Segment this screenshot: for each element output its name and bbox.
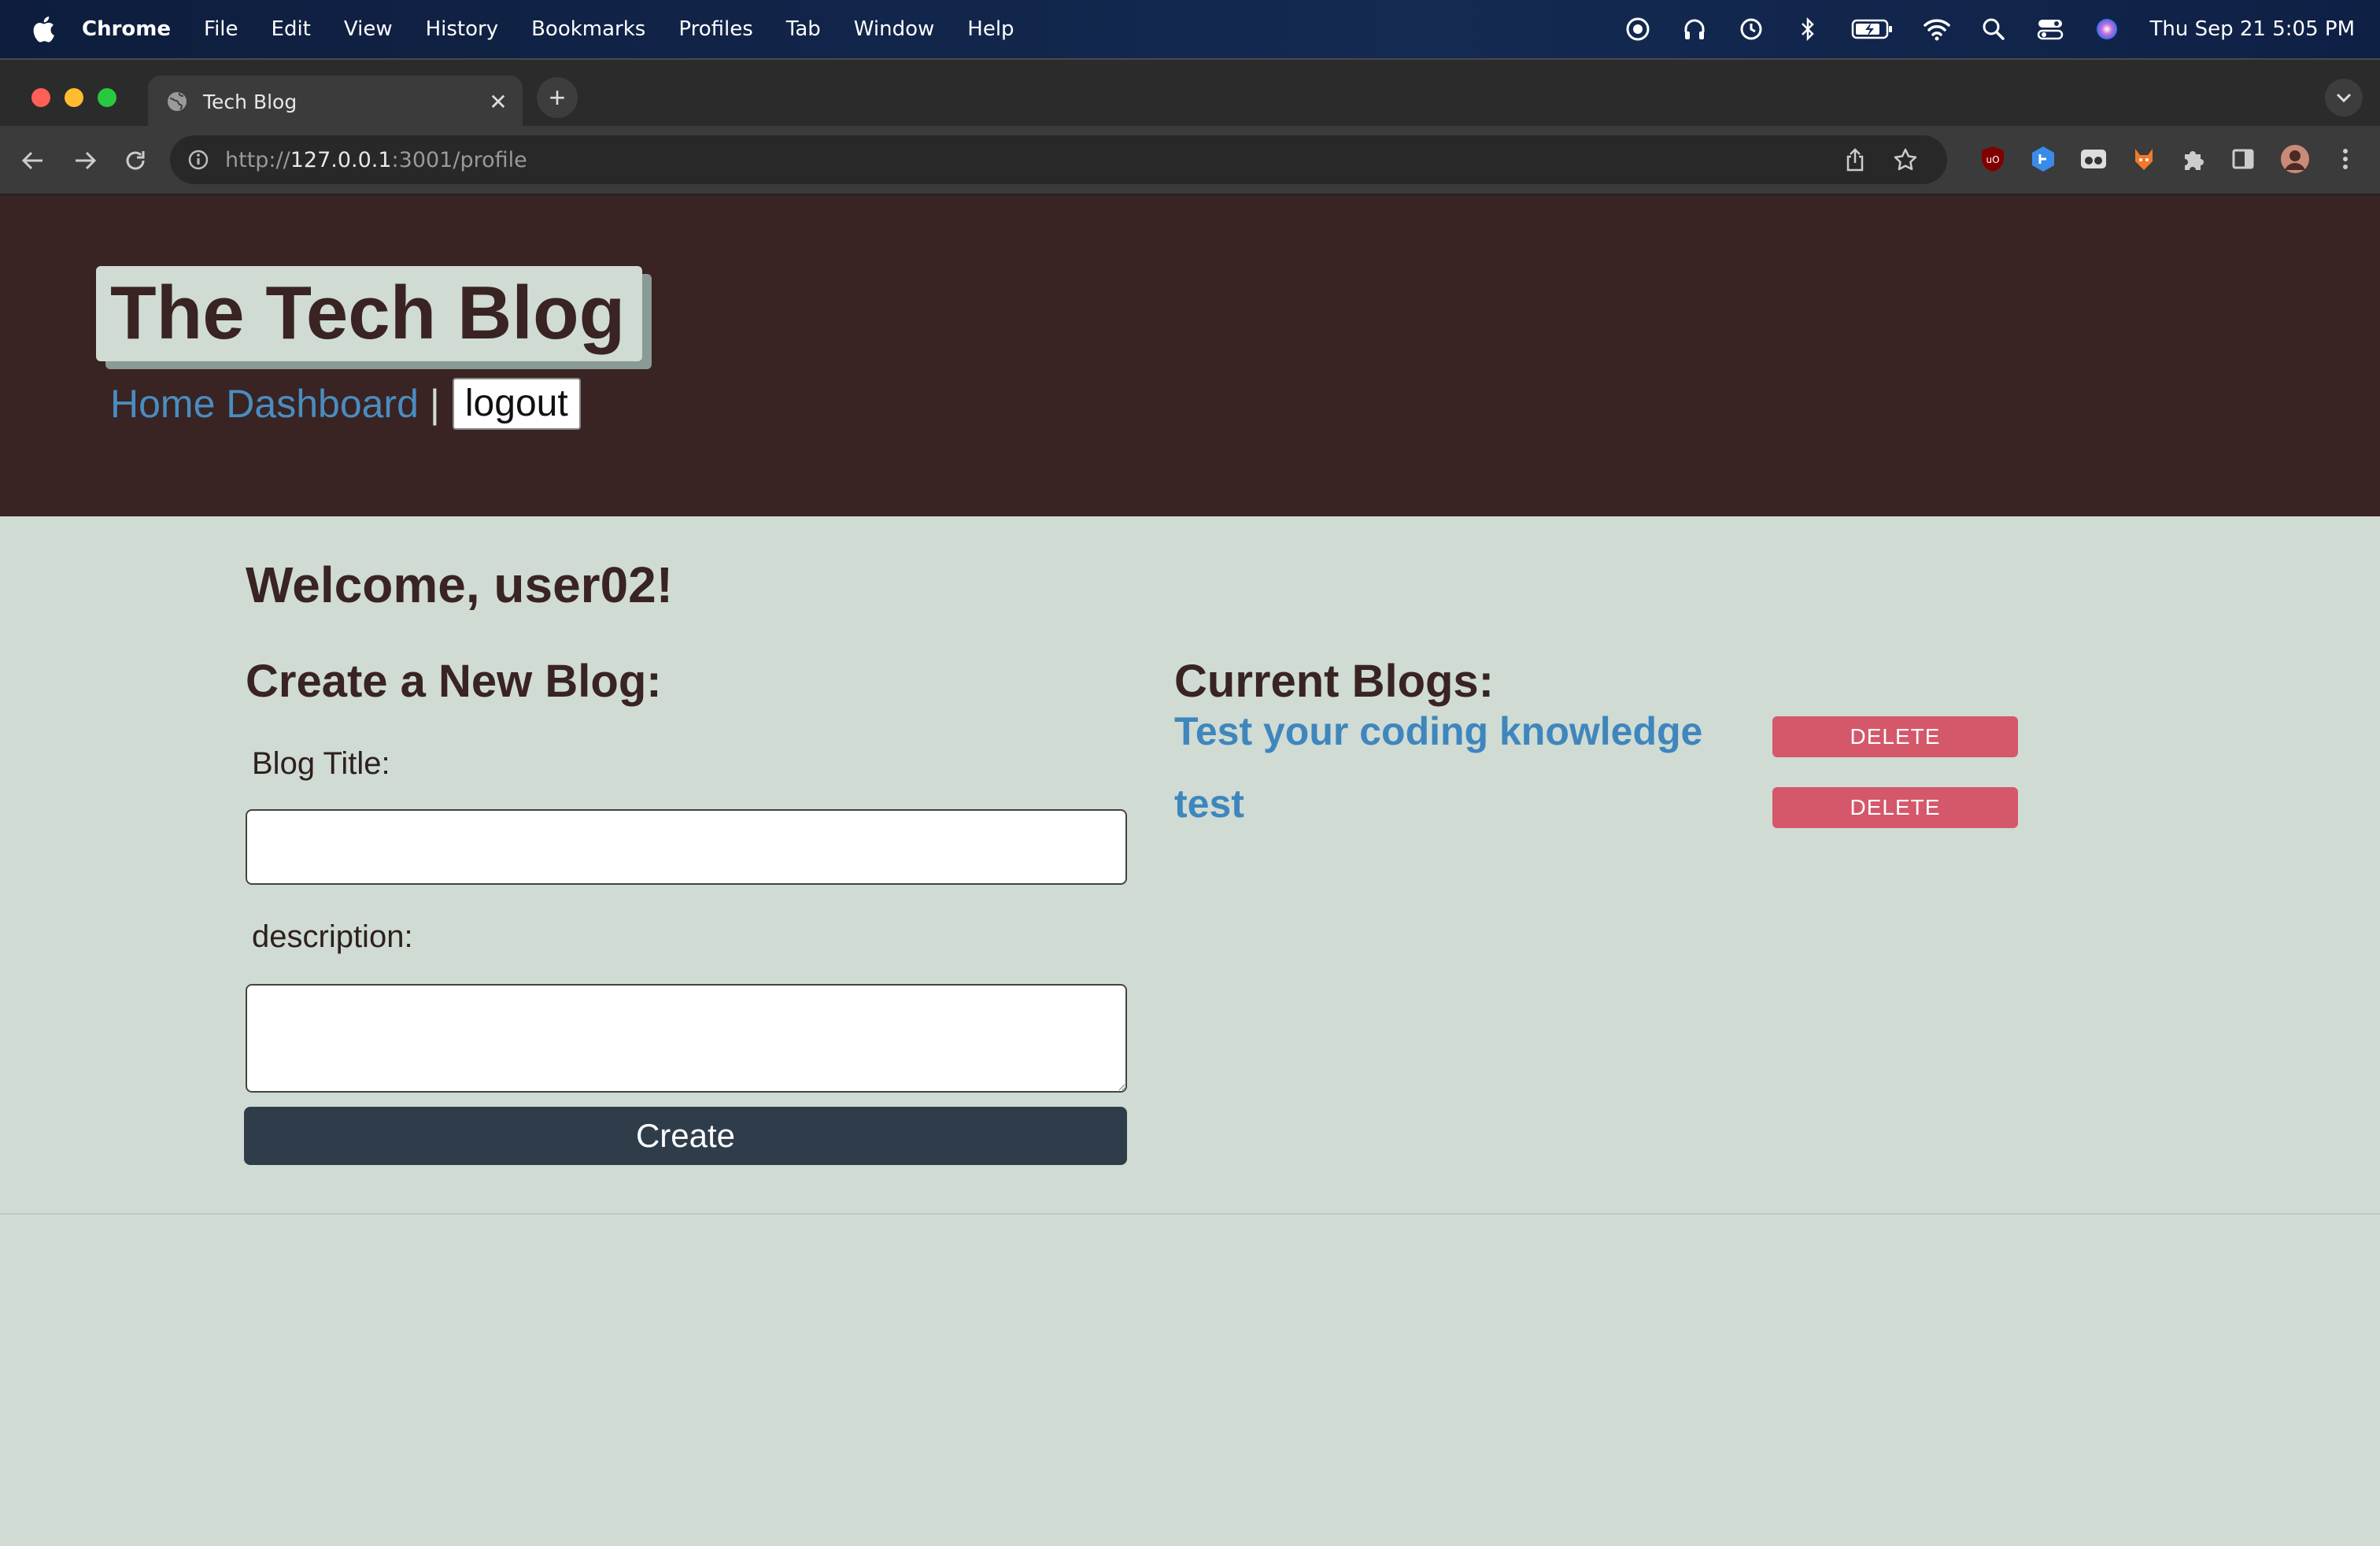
nav-separator: | <box>429 381 440 426</box>
minimize-window-button[interactable] <box>65 88 83 107</box>
menu-view[interactable]: View <box>344 17 393 41</box>
spotlight-search-icon[interactable] <box>1980 16 2007 43</box>
close-window-button[interactable] <box>31 88 50 107</box>
url-scheme: http:// <box>225 147 290 172</box>
delete-button-2[interactable]: DELETE <box>1772 787 2018 828</box>
current-blogs-heading: Current Blogs: <box>1174 656 1494 707</box>
control-center-icon[interactable] <box>2037 16 2064 43</box>
site-nav: Home Dashboard | logout <box>110 378 581 430</box>
menu-history[interactable]: History <box>426 17 499 41</box>
globe-icon <box>165 90 189 113</box>
app-menu: Chrome File Edit View History Bookmarks … <box>82 17 1048 41</box>
back-arrow-icon[interactable] <box>16 143 50 178</box>
blog-link-1[interactable]: Test your coding knowledge <box>1174 708 1702 754</box>
status-area: Thu Sep 21 5:05 PM <box>1624 0 2355 58</box>
svg-text:uO: uO <box>1986 154 1999 165</box>
description-textarea[interactable] <box>246 984 1127 1093</box>
share-icon[interactable] <box>1842 146 1868 173</box>
close-tab-icon[interactable]: ✕ <box>486 89 510 115</box>
extension-glasses-icon[interactable] <box>2078 143 2109 175</box>
blog-title-input[interactable] <box>246 809 1127 885</box>
battery-icon[interactable] <box>1851 16 1894 43</box>
delete-button-1[interactable]: DELETE <box>1772 716 2018 757</box>
window-controls <box>31 88 116 107</box>
new-tab-button[interactable]: + <box>537 77 578 118</box>
tab-title: Tech Blog <box>203 90 298 113</box>
menu-file[interactable]: File <box>204 17 238 41</box>
logout-button[interactable]: logout <box>452 378 581 430</box>
url-text: http://127.0.0.1:3001/profile <box>225 148 527 172</box>
zoom-window-button[interactable] <box>98 88 116 107</box>
apple-icon[interactable] <box>30 16 57 43</box>
browser-tab[interactable]: Tech Blog ✕ <box>148 76 523 128</box>
menu-window[interactable]: Window <box>854 17 935 41</box>
browser-tab-strip: Tech Blog ✕ + <box>0 58 2380 128</box>
bluetooth-icon[interactable] <box>1794 16 1821 43</box>
extension-hexagon-icon[interactable] <box>2027 143 2059 175</box>
nav-space <box>215 381 226 427</box>
siri-icon[interactable] <box>2094 16 2120 43</box>
wifi-icon[interactable] <box>1923 16 1950 43</box>
menu-edit[interactable]: Edit <box>272 17 311 41</box>
side-panel-icon[interactable] <box>2227 143 2259 175</box>
menu-bar-clock[interactable]: Thu Sep 21 5:05 PM <box>2150 17 2355 41</box>
extensions-puzzle-icon[interactable] <box>2177 143 2208 175</box>
chrome-menu-icon[interactable] <box>2330 143 2361 175</box>
address-bar[interactable]: http://127.0.0.1:3001/profile <box>170 135 1947 184</box>
forward-arrow-icon[interactable] <box>68 143 102 178</box>
menu-tab[interactable]: Tab <box>786 17 821 41</box>
create-blog-heading: Create a New Blog: <box>246 656 662 707</box>
description-label: description: <box>252 919 413 954</box>
macos-menu-bar: Chrome File Edit View History Bookmarks … <box>0 0 2380 58</box>
site-header: The Tech Blog Home Dashboard | logout <box>0 195 2380 516</box>
site-title: The Tech Blog <box>96 266 643 362</box>
extension-fox-icon[interactable] <box>2128 143 2160 175</box>
welcome-heading: Welcome, user02! <box>246 557 674 613</box>
nav-dashboard-link[interactable]: Dashboard <box>226 381 419 427</box>
nav-home-link[interactable]: Home <box>110 381 215 427</box>
menu-profiles[interactable]: Profiles <box>678 17 752 41</box>
tab-search-button[interactable] <box>2325 79 2363 117</box>
url-path: :3001/profile <box>391 147 527 172</box>
time-machine-icon[interactable] <box>1738 16 1765 43</box>
create-button[interactable]: Create <box>244 1107 1127 1165</box>
url-host: 127.0.0.1 <box>290 147 392 172</box>
reload-icon[interactable] <box>118 143 153 178</box>
bookmark-star-icon[interactable] <box>1892 146 1919 173</box>
menu-help[interactable]: Help <box>967 17 1014 41</box>
footer-divider <box>0 1213 2380 1215</box>
menu-bookmarks[interactable]: Bookmarks <box>531 17 645 41</box>
ublock-origin-icon[interactable]: uO <box>1977 143 2009 175</box>
screen-record-icon[interactable] <box>1624 16 1651 43</box>
menu-chrome[interactable]: Chrome <box>82 17 171 41</box>
profile-avatar-icon[interactable] <box>2279 143 2311 175</box>
headphones-icon[interactable] <box>1681 16 1708 43</box>
browser-toolbar: http://127.0.0.1:3001/profile uO <box>0 126 2380 195</box>
blog-title-label: Blog Title: <box>252 746 390 781</box>
blog-link-2[interactable]: test <box>1174 781 1244 827</box>
site-info-icon[interactable] <box>186 147 211 172</box>
